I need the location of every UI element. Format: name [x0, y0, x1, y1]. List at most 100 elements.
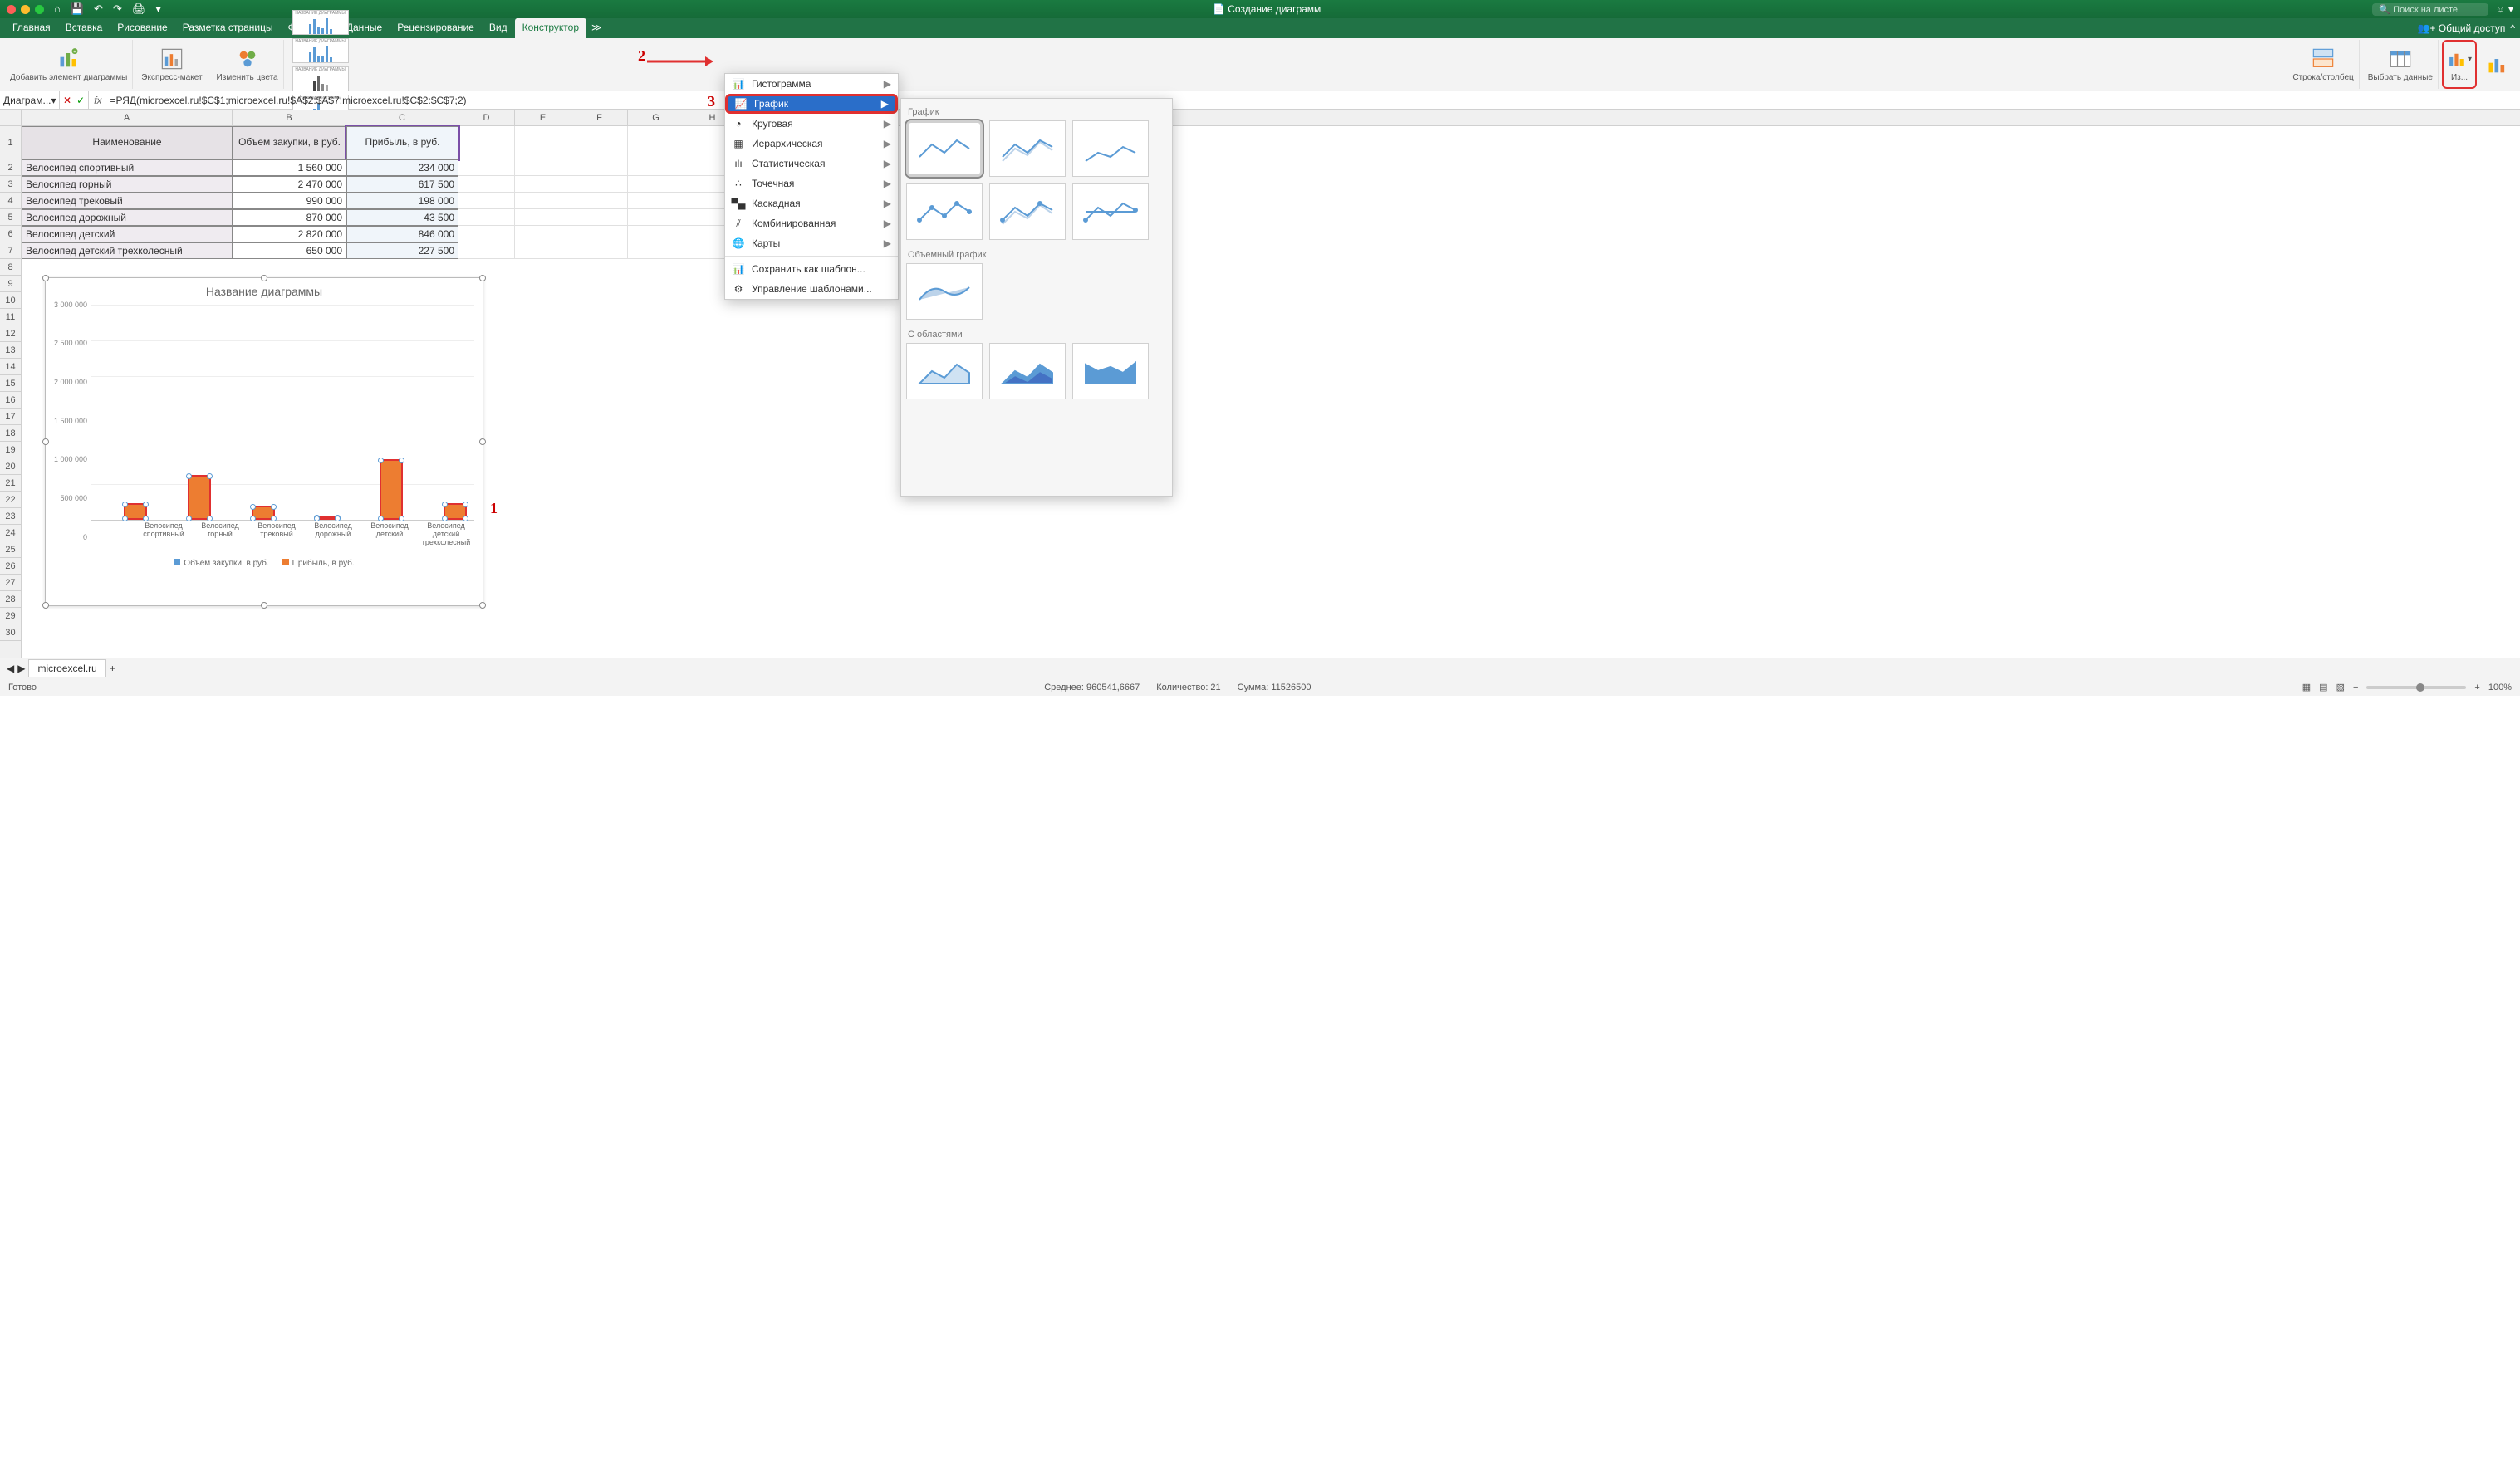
row-header[interactable]: 27	[0, 575, 21, 591]
minimize-window-icon[interactable]	[21, 5, 30, 14]
print-icon[interactable]: 🖨	[132, 2, 146, 16]
change-colors-button[interactable]: Изменить цвета	[212, 40, 284, 89]
row-header[interactable]: 28	[0, 591, 21, 608]
cell[interactable]: Велосипед детский трехколесный	[22, 242, 233, 259]
row-header[interactable]: 8	[0, 259, 21, 276]
zoom-slider[interactable]	[2366, 686, 2466, 689]
area-chart-option-2[interactable]	[989, 343, 1066, 399]
menu-item-maps[interactable]: 🌐Карты▶	[725, 233, 898, 253]
row-header[interactable]: 26	[0, 558, 21, 575]
chart-style-3[interactable]: НАЗВАНИЕ ДИАГРАММЫ	[292, 66, 349, 91]
menu-item-combo[interactable]: ⫽Комбинированная▶	[725, 213, 898, 233]
tab-view[interactable]: Вид	[482, 18, 515, 38]
menu-item-line[interactable]: 📈График▶	[725, 94, 898, 114]
line-chart-option-5[interactable]	[989, 184, 1066, 240]
sheet-nav-next-icon[interactable]: ▶	[17, 663, 25, 674]
sheet-nav-prev-icon[interactable]: ◀	[7, 663, 14, 674]
switch-chart-button[interactable]	[2480, 40, 2515, 89]
add-sheet-icon[interactable]: +	[110, 663, 115, 674]
col-header[interactable]: A	[22, 110, 233, 125]
name-box[interactable]: Диаграм... ▾	[0, 91, 60, 109]
row-header[interactable]: 21	[0, 475, 21, 492]
cell[interactable]: Велосипед детский	[22, 226, 233, 242]
chart-bar[interactable]	[125, 505, 145, 518]
cell[interactable]	[628, 159, 684, 176]
row-header[interactable]: 16	[0, 392, 21, 409]
cell[interactable]: 2 820 000	[233, 226, 346, 242]
col-header[interactable]: B	[233, 110, 346, 125]
cell[interactable]	[571, 193, 628, 209]
row-header[interactable]: 19	[0, 442, 21, 458]
cell[interactable]	[628, 209, 684, 226]
line-3d-option[interactable]	[906, 263, 983, 320]
cell[interactable]	[571, 242, 628, 259]
cell[interactable]	[571, 209, 628, 226]
tab-review[interactable]: Рецензирование	[390, 18, 482, 38]
zoom-level[interactable]: 100%	[2488, 683, 2512, 692]
line-chart-option-1[interactable]	[906, 120, 983, 177]
cell[interactable]: 227 500	[346, 242, 458, 259]
view-normal-icon[interactable]: ▦	[2302, 682, 2311, 692]
col-header[interactable]: C	[346, 110, 458, 125]
row-header[interactable]: 15	[0, 375, 21, 392]
cell[interactable]	[628, 226, 684, 242]
cell[interactable]: Наименование	[22, 126, 233, 159]
chart-style-1[interactable]: НАЗВАНИЕ ДИАГРАММЫ	[292, 10, 349, 35]
cell[interactable]	[571, 176, 628, 193]
line-chart-option-4[interactable]	[906, 184, 983, 240]
menu-item-scatter[interactable]: ∴Точечная▶	[725, 174, 898, 193]
menu-item-pie[interactable]: ◔Круговая▶	[725, 114, 898, 134]
change-chart-type-button[interactable]: ▾ Из...	[2442, 40, 2477, 89]
cell[interactable]: 617 500	[346, 176, 458, 193]
line-chart-option-6[interactable]	[1072, 184, 1149, 240]
menu-item-statistical[interactable]: ılıСтатистическая▶	[725, 154, 898, 174]
cell[interactable]: 650 000	[233, 242, 346, 259]
cell[interactable]	[515, 193, 571, 209]
chart-bar[interactable]	[189, 477, 209, 518]
row-header[interactable]: 29	[0, 608, 21, 624]
cell[interactable]	[571, 226, 628, 242]
row-header[interactable]: 23	[0, 508, 21, 525]
tab-insert[interactable]: Вставка	[58, 18, 110, 38]
col-header[interactable]: F	[571, 110, 628, 125]
chart-bar[interactable]	[445, 505, 465, 518]
maximize-window-icon[interactable]	[35, 5, 44, 14]
cell[interactable]	[571, 126, 628, 159]
chart-plot-area[interactable]: 0 500 000 1 000 000 1 500 000 2 000 000 …	[46, 305, 483, 554]
cell[interactable]	[458, 242, 515, 259]
cell[interactable]: Велосипед трековый	[22, 193, 233, 209]
col-header[interactable]: E	[515, 110, 571, 125]
tab-design[interactable]: Конструктор	[515, 18, 586, 38]
tab-home[interactable]: Главная	[5, 18, 58, 38]
col-header[interactable]: D	[458, 110, 515, 125]
row-header[interactable]: 3	[0, 176, 21, 193]
close-window-icon[interactable]	[7, 5, 16, 14]
row-header[interactable]: 11	[0, 309, 21, 325]
fx-icon[interactable]: fx	[89, 95, 106, 106]
cell[interactable]	[628, 242, 684, 259]
cell[interactable]: 846 000	[346, 226, 458, 242]
chart-bar[interactable]	[381, 461, 401, 518]
row-header[interactable]: 18	[0, 425, 21, 442]
row-header[interactable]: 6	[0, 226, 21, 242]
cell[interactable]	[515, 242, 571, 259]
tab-layout[interactable]: Разметка страницы	[175, 18, 281, 38]
row-header[interactable]: 14	[0, 359, 21, 375]
cell[interactable]: 198 000	[346, 193, 458, 209]
cell[interactable]	[458, 176, 515, 193]
line-chart-option-2[interactable]	[989, 120, 1066, 177]
cell[interactable]	[515, 209, 571, 226]
row-header[interactable]: 12	[0, 325, 21, 342]
switch-row-col-button[interactable]: Строка/столбец	[2287, 40, 2359, 89]
cell[interactable]	[458, 209, 515, 226]
quick-layout-button[interactable]: Экспресс-макет	[136, 40, 208, 89]
row-header[interactable]: 13	[0, 342, 21, 359]
chart-styles-gallery[interactable]: НАЗВАНИЕ ДИАГРАММЫ НАЗВАНИЕ ДИАГРАММЫ НА…	[287, 40, 354, 89]
redo-icon[interactable]: ↷	[113, 2, 122, 16]
cell[interactable]: 1 560 000	[233, 159, 346, 176]
cell[interactable]	[515, 176, 571, 193]
menu-item-histogram[interactable]: 📊Гистограмма▶	[725, 74, 898, 94]
select-all-corner[interactable]	[0, 110, 21, 126]
cell[interactable]: Велосипед горный	[22, 176, 233, 193]
row-header[interactable]: 24	[0, 525, 21, 541]
